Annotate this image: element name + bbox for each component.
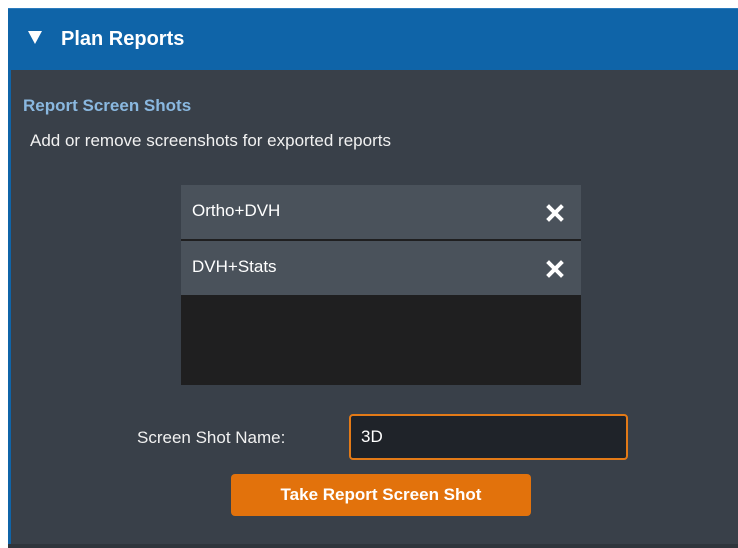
screenshot-list[interactable]: Ortho+DVH DVH+Stats: [181, 185, 581, 385]
screen-shot-name-label: Screen Shot Name:: [137, 428, 286, 447]
collapse-triangle-icon[interactable]: [28, 31, 42, 44]
section-description: Add or remove screenshots for exported r…: [30, 131, 391, 150]
close-icon[interactable]: [544, 258, 566, 280]
close-icon[interactable]: [544, 202, 566, 224]
panel-left-accent: [8, 70, 11, 548]
list-item[interactable]: DVH+Stats: [181, 241, 581, 295]
screenshot-label: Ortho+DVH: [192, 201, 281, 220]
panel-title: Plan Reports: [61, 28, 185, 50]
list-item[interactable]: Ortho+DVH: [181, 185, 581, 239]
screenshot-label: DVH+Stats: [192, 257, 277, 276]
take-report-screen-shot-button[interactable]: Take Report Screen Shot: [231, 474, 531, 516]
panel-header[interactable]: Plan Reports: [8, 8, 738, 70]
panel-bottom-border: [8, 544, 738, 548]
screen-shot-name-input[interactable]: [349, 414, 628, 460]
section-title: Report Screen Shots: [23, 96, 192, 115]
